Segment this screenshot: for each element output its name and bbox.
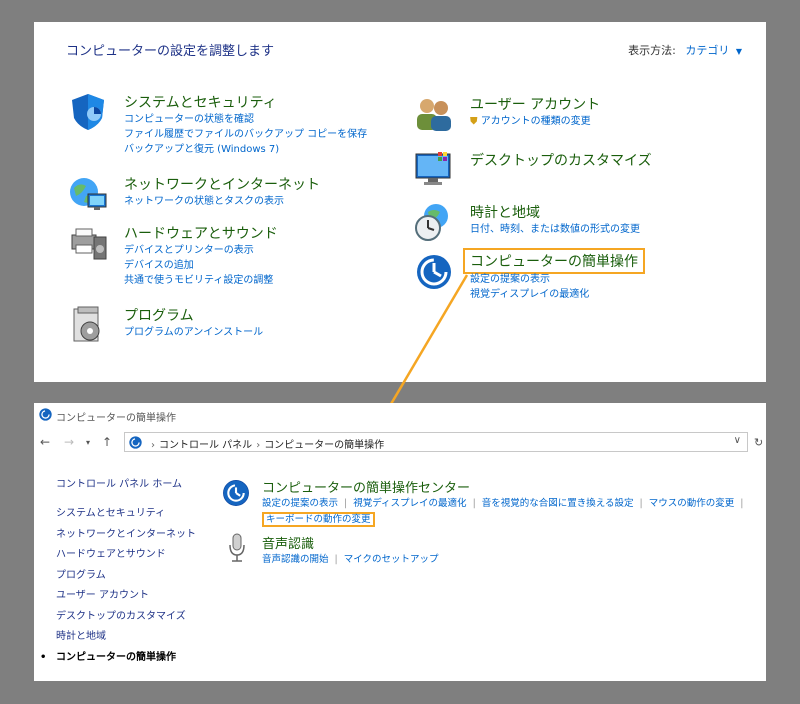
- users-icon: [417, 99, 451, 131]
- chevron-down-icon[interactable]: ▼: [736, 47, 742, 56]
- sidebar-item-appearance[interactable]: デスクトップのカスタマイズ: [56, 607, 196, 628]
- section-title[interactable]: 音声認識: [262, 533, 439, 552]
- navigation-bar: ← → ▾ ↑ › コントロール パネル › コンピューターの簡単操作 ∨ ↻: [34, 429, 766, 455]
- category-title[interactable]: ユーザー アカウント: [470, 94, 600, 114]
- shield-icon: [72, 94, 104, 130]
- link-visual-cues[interactable]: 音を視覚的な合図に置き換える設定: [482, 498, 634, 509]
- desktop-customize-icon: [415, 152, 451, 185]
- sidebar-item-network[interactable]: ネットワークとインターネット: [56, 525, 196, 546]
- divider: |: [740, 498, 744, 509]
- link-network-status[interactable]: ネットワークの状態とタスクの表示: [124, 194, 284, 209]
- programs-disc-icon: [73, 306, 100, 342]
- breadcrumb-chevron-icon[interactable]: ›: [151, 440, 155, 451]
- link-mobility-settings[interactable]: 共通で使うモビリティ設定の調整: [124, 273, 273, 288]
- breadcrumb-chevron-icon[interactable]: ›: [256, 440, 260, 451]
- link-change-account-type-label: アカウントの種類の変更: [480, 116, 591, 127]
- window-title: コンピューターの簡単操作: [56, 413, 176, 424]
- category-title-highlighted[interactable]: コンピューターの簡単操作: [463, 248, 645, 274]
- category-title[interactable]: デスクトップのカスタマイズ: [470, 150, 652, 170]
- microphone-icon: [229, 533, 245, 562]
- address-dropdown-icon[interactable]: ∨: [734, 435, 741, 446]
- control-panel-category-view: コンピューターの設定を調整します 表示方法: カテゴリ ▼ システムとセキュリテ…: [34, 22, 766, 382]
- ease-of-access-icon: [39, 408, 52, 421]
- link-date-time-format[interactable]: 日付、時刻、または数値の形式の変更: [470, 222, 640, 237]
- category-title[interactable]: システムとセキュリティ: [124, 92, 277, 112]
- link-suggested-settings[interactable]: 設定の提案の表示: [262, 498, 338, 509]
- breadcrumb-control-panel[interactable]: コントロール パネル: [159, 440, 252, 451]
- link-devices-printers[interactable]: デバイスとプリンターの表示: [124, 243, 273, 258]
- clock-globe-icon: [415, 204, 448, 241]
- link-change-account-type[interactable]: ⛊ アカウントの種類の変更: [470, 114, 591, 129]
- link-start-speech[interactable]: 音声認識の開始: [262, 554, 329, 565]
- page-title: コンピューターの設定を調整します: [66, 44, 275, 59]
- ease-of-access-icon: [223, 480, 249, 506]
- section-speech-recognition: 音声認識 音声認識の開始 | マイクのセットアップ: [262, 533, 439, 568]
- view-by: 表示方法: カテゴリ ▼: [628, 42, 742, 58]
- divider: |: [334, 554, 338, 565]
- divider: |: [472, 498, 476, 509]
- ease-of-access-icon: [129, 436, 142, 449]
- link-add-device[interactable]: デバイスの追加: [124, 258, 273, 273]
- ease-of-access-window: コンピューターの簡単操作 ← → ▾ ↑ › コントロール パネル › コンピューター…: [34, 403, 766, 681]
- link-uninstall-program[interactable]: プログラムのアンインストール: [124, 325, 263, 340]
- view-by-dropdown[interactable]: カテゴリ: [685, 44, 729, 57]
- link-mouse-settings[interactable]: マウスの動作の変更: [649, 498, 735, 509]
- ease-of-access-icon: [417, 255, 451, 289]
- link-optimize-display[interactable]: 視覚ディスプレイの最適化: [353, 498, 466, 509]
- section-title[interactable]: コンピューターの簡単操作センター: [262, 477, 749, 496]
- link-optimize-display[interactable]: 視覚ディスプレイの最適化: [470, 287, 589, 302]
- sidebar-item-ease-of-access[interactable]: コンピューターの簡単操作: [40, 648, 196, 669]
- divider: |: [344, 498, 348, 509]
- breadcrumb-ease-of-access[interactable]: コンピューターの簡単操作: [264, 440, 384, 451]
- link-check-status[interactable]: コンピューターの状態を確認: [124, 112, 367, 127]
- sidebar-item-clock[interactable]: 時計と地域: [56, 627, 196, 648]
- forward-arrow-icon[interactable]: →: [64, 435, 74, 449]
- printer-icon: [71, 228, 107, 260]
- sidebar-item-system-security[interactable]: システムとセキュリティ: [56, 504, 196, 525]
- category-title[interactable]: 時計と地域: [470, 202, 540, 222]
- sidebar-home[interactable]: コントロール パネル ホーム: [56, 475, 196, 490]
- category-title[interactable]: プログラム: [124, 305, 194, 325]
- section-ease-of-access-center: コンピューターの簡単操作センター 設定の提案の表示 | 視覚ディスプレイの最適化 | 音…: [262, 477, 749, 528]
- uac-shield-icon: ⛊: [470, 116, 478, 127]
- link-file-history[interactable]: ファイル履歴でファイルのバックアップ コピーを保存: [124, 127, 367, 142]
- sidebar-item-hardware[interactable]: ハードウェアとサウンド: [56, 545, 196, 566]
- link-suggested-settings[interactable]: 設定の提案の表示: [470, 272, 589, 287]
- up-arrow-icon[interactable]: ↑: [102, 435, 112, 449]
- back-arrow-icon[interactable]: ←: [40, 435, 50, 449]
- category-title[interactable]: ネットワークとインターネット: [124, 174, 320, 194]
- window-titlebar: コンピューターの簡単操作: [34, 403, 766, 427]
- recent-chevron-icon[interactable]: ▾: [86, 438, 90, 447]
- link-keyboard-settings[interactable]: キーボードの動作の変更: [262, 512, 375, 527]
- view-by-label: 表示方法:: [628, 44, 676, 57]
- link-setup-microphone[interactable]: マイクのセットアップ: [344, 554, 439, 565]
- network-globe-icon: [70, 178, 107, 210]
- refresh-icon[interactable]: ↻: [754, 436, 763, 449]
- breadcrumb: › コントロール パネル › コンピューターの簡単操作: [147, 436, 384, 451]
- sidebar-item-programs[interactable]: プログラム: [56, 566, 196, 587]
- divider: |: [639, 498, 643, 509]
- address-bar[interactable]: › コントロール パネル › コンピューターの簡単操作 ∨: [124, 432, 748, 452]
- sidebar: コントロール パネル ホーム システムとセキュリティ ネットワークとインターネッ…: [40, 475, 196, 669]
- sidebar-item-user-accounts[interactable]: ユーザー アカウント: [56, 586, 196, 607]
- category-title[interactable]: ハードウェアとサウンド: [124, 223, 278, 243]
- link-backup-restore[interactable]: バックアップと復元 (Windows 7): [124, 142, 367, 157]
